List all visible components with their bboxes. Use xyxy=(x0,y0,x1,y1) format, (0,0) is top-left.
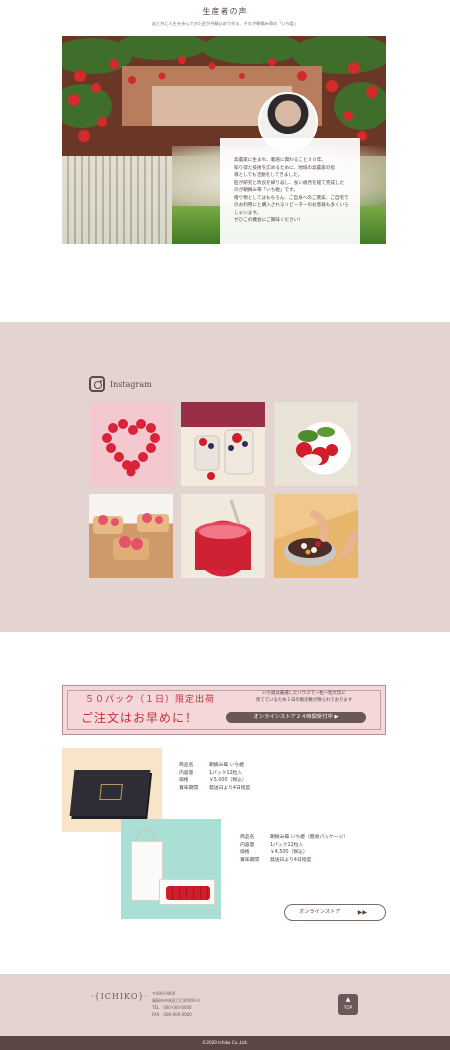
tray-strawberries xyxy=(166,886,210,900)
address-line: TEL 000-000-0000 xyxy=(152,1005,192,1010)
chocolate-berries-graphic xyxy=(284,510,358,566)
instagram-heading[interactable]: Instagram xyxy=(89,376,152,392)
instagram-photo-berry-parfait[interactable] xyxy=(181,402,265,486)
instagram-photo-chocolate-berries[interactable] xyxy=(274,494,358,578)
online-store-button[interactable]: オンラインストア ▶▶ xyxy=(284,904,386,921)
spec-row: 賞味期間 発送日より4日程度 xyxy=(240,857,348,865)
online-store-24h-badge[interactable]: オンラインストア２４時間受付中 ▶ xyxy=(226,712,366,723)
strawberry-tray xyxy=(159,879,215,905)
back-to-top-label: TOP xyxy=(343,1005,353,1010)
message-line: 匠が研究と改良を繰り返し、長い歳月を経て完成した xyxy=(234,180,345,186)
spec-key: 商品名 xyxy=(179,763,194,768)
spec-key: 賞味期間 xyxy=(240,857,260,863)
gift-box xyxy=(69,770,151,816)
greenhouse-fence xyxy=(62,156,172,244)
instagram-label[interactable]: Instagram xyxy=(110,380,152,389)
spec-key: 内容量 xyxy=(179,770,194,776)
instagram-icon[interactable] xyxy=(89,376,105,392)
spec-key: 価格 xyxy=(179,778,189,784)
online-store-button-label: オンラインストア xyxy=(299,909,341,915)
banner-limited-text: ５０パック（１日）限定出荷 xyxy=(85,695,216,705)
instagram-photo-strawberry-jam[interactable] xyxy=(181,494,265,578)
parfait-graphic xyxy=(194,429,254,480)
jam-jar-graphic xyxy=(195,499,251,570)
spec-value: 朝摘み苺 いち姫 xyxy=(209,763,245,768)
message-line: ぜひこの機会にご賞味ください！ xyxy=(234,218,303,223)
instagram-photo-caprese[interactable] xyxy=(274,402,358,486)
message-line: 知り得た技術を広めるために、地域の高農家の指 xyxy=(234,165,335,171)
spec-row: 価格 ￥5,000（税込） xyxy=(179,777,250,785)
spec-key: 賞味期間 xyxy=(179,785,199,791)
address-line: 福岡市中央区〇〇町000-0 xyxy=(152,998,200,1003)
toast-graphic xyxy=(93,513,169,560)
double-arrow-icon: ▶▶ xyxy=(357,909,367,916)
back-to-top-button[interactable]: ▲ TOP xyxy=(338,994,358,1015)
banner-order-early-text: ご注文はお早めに！ xyxy=(81,711,199,725)
spec-key: 価格 xyxy=(240,850,250,856)
message-line: しゃいます。 xyxy=(234,210,262,216)
message-line: のお利用にと購入されるリピーターのお客様も多くいら xyxy=(234,203,349,208)
spec-value: ￥5,000（税込） xyxy=(209,778,247,784)
spec-value: 1パック12粒入 xyxy=(209,770,243,776)
spec-value: 発送日より4日程度 xyxy=(209,785,251,791)
spec-value: 発送日より4日程度 xyxy=(270,857,312,863)
logo-ornament-right: }· xyxy=(138,992,149,1001)
producer-voice-section: 生産者の声 岩と共に人生を歩んできた匠が丹精込めて作る、それが朝摘み苺の「いち姫… xyxy=(0,0,450,322)
message-line: 高農家に生まれ、栽培に関わること３０年。 xyxy=(234,158,326,163)
product-spec-gift-box: 商品名 朝摘み苺 いち姫 内容量 1パック12粒入 価格 ￥5,000（税込） 賞味期… xyxy=(179,762,250,792)
strawberry-heart-graphic xyxy=(102,419,160,477)
gift-box-label xyxy=(99,784,123,800)
banner-note-line: いち姫は厳選したハウスで一粒一粒大切に xyxy=(262,691,346,696)
spec-value: 1パック12粒入 xyxy=(270,842,304,848)
spec-value: ￥4,500（税込） xyxy=(270,850,308,856)
spec-row: 内容量 1パック12粒入 xyxy=(240,842,348,850)
message-line: 導としても活動をしてきました。 xyxy=(234,173,303,178)
logo-ornament-left: ·{ xyxy=(91,992,101,1001)
site-footer: ·{ICHIKO}· 〒000-0000 福岡市中央区〇〇町000-0 TEL … xyxy=(0,974,450,1036)
producer-message-card: 高農家に生まれ、栽培に関わること３０年。 知り得た技術を広めるために、地域の高農… xyxy=(220,138,360,244)
address-line: 〒000-0000 xyxy=(152,991,176,996)
instagram-section: Instagram xyxy=(0,322,450,632)
section-subtitle: 岩と共に人生を歩んできた匠が丹精込めて作る、それが朝摘み苺の「いち姫」 xyxy=(151,21,299,26)
caprese-graphic xyxy=(296,427,338,466)
spec-key: 商品名 xyxy=(240,835,255,840)
limited-shipping-banner: ５０パック（１日）限定出荷 ご注文はお早めに！ いち姫は厳選したハウスで一粒一粒… xyxy=(62,685,386,735)
ichiko-logo[interactable]: ·{ICHIKO}· xyxy=(91,992,148,1001)
banner-note: いち姫は厳選したハウスで一粒一粒大切に 育てているため１日の販売数が限られており… xyxy=(229,691,379,704)
message-line: のが朝摘み苺「いち姫」です。 xyxy=(234,188,298,193)
spec-row: 商品名 朝摘み苺 いち姫（簡易パッケージ） xyxy=(240,834,348,842)
spec-row: 価格 ￥4,500（税込） xyxy=(240,849,348,857)
message-line: 贈り物としてはもちろん、ご自身へのご褒美、ご自宅で xyxy=(234,195,349,201)
spec-row: 賞味期間 発送日より4日程度 xyxy=(179,785,250,793)
instagram-photo-heart-strawberries[interactable] xyxy=(89,402,173,486)
product-spec-simple-package: 商品名 朝摘み苺 いち姫（簡易パッケージ） 内容量 1パック12粒入 価格 ￥4,50… xyxy=(240,834,348,864)
instagram-photo-strawberry-toast[interactable] xyxy=(89,494,173,578)
arrow-up-icon: ▲ xyxy=(345,996,351,1003)
spec-row: 商品名 朝摘み苺 いち姫 xyxy=(179,762,250,770)
company-address: 〒000-0000 福岡市中央区〇〇町000-0 TEL 000-000-000… xyxy=(152,990,200,1018)
address-line: FAX 000-000-0000 xyxy=(152,1012,192,1017)
spec-key: 内容量 xyxy=(240,842,255,848)
spec-row: 内容量 1パック12粒入 xyxy=(179,770,250,778)
banner-note-line: 育てているため１日の販売数が限られております xyxy=(255,697,353,703)
logo-text: ICHIKO xyxy=(100,992,139,1001)
spec-value: 朝摘み苺 いち姫（簡易パッケージ） xyxy=(270,835,349,840)
section-title: 生産者の声 xyxy=(202,7,248,16)
copyright-bar: ©2020 Ichiko Co.,Ltd. xyxy=(0,1036,450,1050)
product-image-simple-package xyxy=(121,819,221,919)
